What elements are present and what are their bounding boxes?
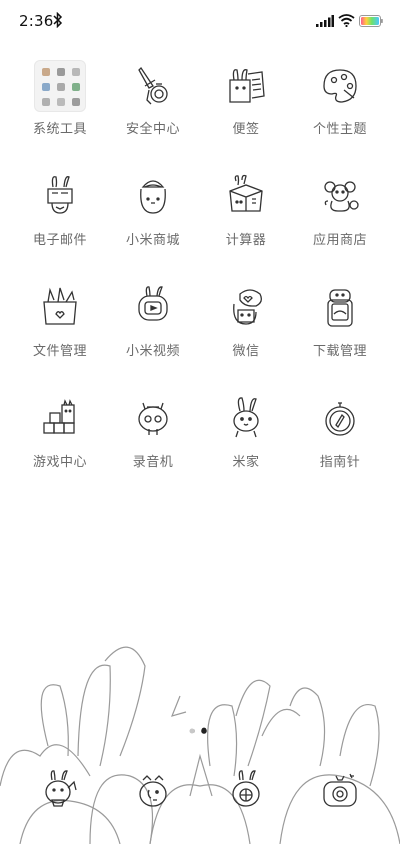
home-screen: 2:36 系统工具 安全中心 便签 个性主题 电子邮件 小米商城 计算器 应用商… — [0, 0, 400, 844]
app-label: 指南针 — [319, 455, 361, 470]
dock-messages[interactable] — [103, 760, 203, 820]
mi-video-icon — [127, 282, 179, 334]
app-label: 计算器 — [225, 233, 267, 248]
app-themes[interactable]: 个性主题 — [290, 58, 390, 158]
app-label: 文件管理 — [32, 344, 87, 359]
wifi-icon — [338, 14, 355, 27]
app-label: 游戏中心 — [32, 455, 87, 470]
app-calculator[interactable]: 计算器 — [196, 169, 296, 269]
app-label: 个性主题 — [312, 122, 367, 137]
game-center-icon — [34, 393, 86, 445]
bluetooth-icon — [53, 12, 63, 28]
file-manager-icon — [34, 282, 86, 334]
app-label: 电子邮件 — [32, 233, 87, 248]
app-mi-store[interactable]: 小米商城 — [103, 169, 203, 269]
app-label: 微信 — [232, 344, 260, 359]
app-wechat[interactable]: 微信 — [196, 280, 296, 380]
app-notes[interactable]: 便签 — [196, 58, 296, 158]
compass-icon — [314, 393, 366, 445]
app-file-manager[interactable]: 文件管理 — [10, 280, 110, 380]
app-label: 小米视频 — [125, 344, 180, 359]
phone-icon — [34, 766, 86, 818]
app-game-center[interactable]: 游戏中心 — [10, 391, 110, 491]
mi-home-icon — [220, 393, 272, 445]
dock — [0, 760, 400, 820]
system-tools-folder-icon — [34, 60, 86, 112]
email-icon — [34, 171, 86, 223]
messages-icon — [127, 766, 179, 818]
app-label: 下载管理 — [312, 344, 367, 359]
dock-camera[interactable] — [290, 760, 390, 820]
wechat-icon — [220, 282, 272, 334]
app-system-tools[interactable]: 系统工具 — [10, 58, 110, 158]
app-email[interactable]: 电子邮件 — [10, 169, 110, 269]
app-downloads[interactable]: 下载管理 — [290, 280, 390, 380]
app-mi-home[interactable]: 米家 — [196, 391, 296, 491]
status-time: 2:36 — [19, 12, 54, 30]
app-label: 系统工具 — [32, 122, 87, 137]
dock-phone[interactable] — [10, 760, 110, 820]
app-label: 录音机 — [132, 455, 174, 470]
app-mi-video[interactable]: 小米视频 — [103, 280, 203, 380]
mi-store-icon — [127, 171, 179, 223]
app-label: 安全中心 — [125, 122, 180, 137]
dock-browser[interactable] — [196, 760, 296, 820]
recorder-icon — [127, 393, 179, 445]
battery-icon — [359, 15, 383, 27]
app-label: 应用商店 — [312, 233, 367, 248]
app-row: 文件管理 小米视频 微信 下载管理 — [0, 280, 400, 380]
app-security-center[interactable]: 安全中心 — [103, 58, 203, 158]
notes-icon — [220, 60, 272, 112]
security-center-icon — [127, 60, 179, 112]
app-row: 电子邮件 小米商城 计算器 应用商店 — [0, 169, 400, 269]
browser-icon — [220, 766, 272, 818]
app-app-store[interactable]: 应用商店 — [290, 169, 390, 269]
app-row: 游戏中心 录音机 米家 指南针 — [0, 391, 400, 491]
status-bar: 2:36 — [0, 0, 400, 44]
downloads-icon — [314, 282, 366, 334]
app-compass[interactable]: 指南针 — [290, 391, 390, 491]
app-recorder[interactable]: 录音机 — [103, 391, 203, 491]
camera-icon — [314, 766, 366, 818]
app-label: 小米商城 — [125, 233, 180, 248]
page-indicator — [189, 728, 207, 734]
signal-strength-icon — [316, 15, 334, 27]
calculator-icon — [220, 171, 272, 223]
themes-icon — [314, 60, 366, 112]
app-label: 便签 — [232, 122, 260, 137]
app-label: 米家 — [232, 455, 260, 470]
app-row: 系统工具 安全中心 便签 个性主题 — [0, 58, 400, 158]
app-store-icon — [314, 171, 366, 223]
